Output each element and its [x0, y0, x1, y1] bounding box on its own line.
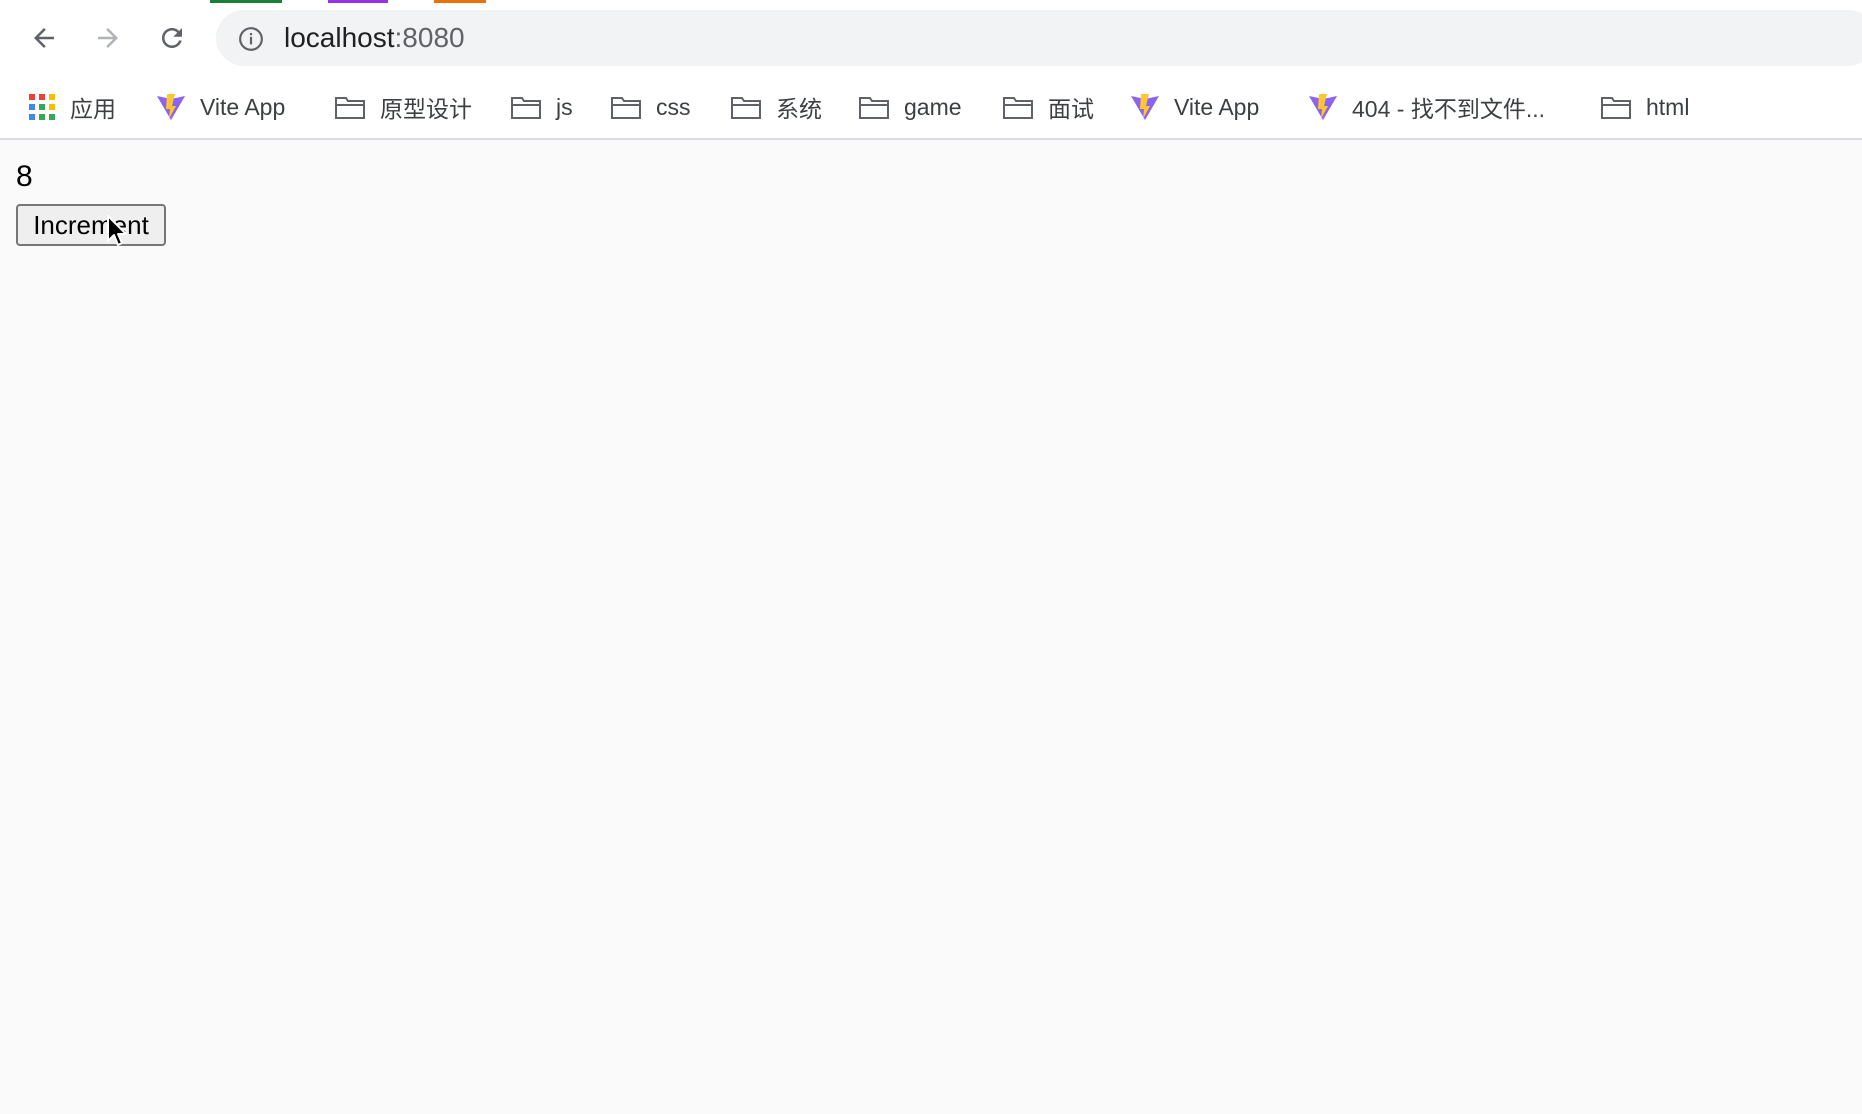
folder-icon — [1601, 97, 1631, 119]
bookmark-folder-prototype[interactable]: 原型设计 — [334, 88, 472, 126]
tab-accent-green — [210, 0, 282, 3]
tab-strip — [0, 0, 1862, 3]
bookmark-folder-html[interactable]: html — [1600, 88, 1689, 126]
folder-icon — [335, 97, 365, 119]
bookmark-label: Vite App — [200, 93, 286, 120]
reload-button[interactable] — [152, 18, 192, 58]
info-icon[interactable] — [238, 26, 264, 52]
vite-logo-icon — [1131, 94, 1159, 120]
bookmark-label: 应用 — [70, 96, 116, 122]
bookmark-label: game — [904, 93, 962, 120]
address-bar[interactable]: localhost:8080 — [216, 10, 1862, 66]
folder-icon — [611, 97, 641, 119]
folder-icon — [859, 97, 889, 119]
bookmark-folder-css[interactable]: css — [610, 88, 691, 126]
bookmark-folder-interview[interactable]: 面试 — [1002, 88, 1094, 126]
bookmark-label: 面试 — [1048, 96, 1094, 122]
tab-accent-orange — [434, 0, 486, 3]
forward-button[interactable] — [88, 18, 128, 58]
bookmarks-bar: 应用 Vite App 原型设计 js css 系统 game 面试 Vite … — [0, 76, 1862, 140]
bookmark-404[interactable]: 404 - 找不到文件... — [1308, 88, 1545, 126]
back-button[interactable] — [24, 18, 64, 58]
url-port: :8080 — [394, 22, 465, 53]
bookmark-label: css — [656, 93, 691, 120]
folder-icon — [511, 97, 541, 119]
bookmark-folder-system[interactable]: 系统 — [730, 88, 822, 126]
bookmark-label: 原型设计 — [380, 96, 472, 122]
browser-window: localhost:8080 应用 Vite App 原型设计 js css 系… — [0, 0, 1862, 1114]
arrow-right-icon — [98, 28, 118, 48]
vite-logo-icon — [1309, 94, 1337, 120]
arrow-left-icon — [34, 28, 54, 48]
bookmark-label: 系统 — [776, 96, 822, 122]
vite-logo-icon — [157, 94, 185, 120]
bookmark-vite-app-2[interactable]: Vite App — [1130, 88, 1259, 126]
url-host: localhost — [284, 22, 395, 53]
url-text[interactable]: localhost:8080 — [284, 23, 465, 53]
bookmark-label: html — [1646, 93, 1690, 120]
bookmark-label: 404 - 找不到文件... — [1352, 96, 1545, 122]
bookmark-label: Vite App — [1174, 93, 1260, 120]
bookmark-apps[interactable]: 应用 — [28, 88, 116, 126]
tab-accent-purple — [328, 0, 388, 3]
bookmark-folder-game[interactable]: game — [858, 88, 962, 126]
page-content: 8 Increment — [0, 140, 1862, 1114]
folder-icon — [1003, 97, 1033, 119]
bookmark-folder-js[interactable]: js — [510, 88, 573, 126]
apps-grid-icon — [29, 94, 55, 120]
folder-icon — [731, 97, 761, 119]
counter-value: 8 — [16, 160, 33, 193]
increment-button[interactable]: Increment — [16, 204, 166, 246]
bookmark-label: js — [556, 93, 573, 120]
browser-toolbar: localhost:8080 — [0, 0, 1862, 76]
bookmark-vite-app[interactable]: Vite App — [156, 88, 285, 126]
reload-icon — [162, 28, 182, 48]
